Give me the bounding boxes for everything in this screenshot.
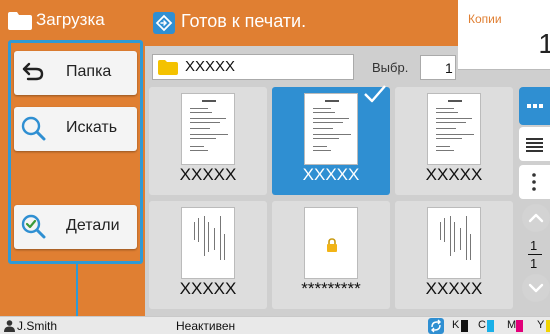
folder-icon xyxy=(158,60,178,75)
lock-icon xyxy=(327,238,337,252)
sync-icon xyxy=(428,318,444,334)
scroll-up-button[interactable] xyxy=(522,204,550,232)
copies-label: Копии xyxy=(468,12,502,26)
user-icon xyxy=(4,320,15,332)
document-thumbnail[interactable]: XXXXX xyxy=(149,201,267,309)
folder-icon xyxy=(8,12,32,30)
page-preview xyxy=(304,207,358,279)
page-preview xyxy=(304,93,358,165)
document-thumbnail[interactable]: XXXXX xyxy=(149,87,267,195)
more-menu-button[interactable] xyxy=(519,165,550,199)
document-thumbnail-locked[interactable]: ********* xyxy=(272,201,390,309)
document-thumbnail[interactable]: XXXXX xyxy=(395,87,513,195)
list-view-button[interactable] xyxy=(519,127,550,161)
page-preview xyxy=(427,207,481,279)
folder-name: XXXXX xyxy=(185,58,236,75)
copies-value: 1 xyxy=(538,28,550,59)
page-preview xyxy=(181,207,235,279)
callout-line xyxy=(76,264,78,322)
print-ready-icon xyxy=(153,12,175,34)
document-name: XXXXX xyxy=(425,279,483,298)
more-vertical-icon xyxy=(532,173,536,191)
ink-c-level xyxy=(487,320,494,332)
page-preview xyxy=(181,93,235,165)
folder-path-bar: XXXXX xyxy=(152,54,354,80)
status-text: Готов к печати. xyxy=(181,11,307,31)
checkmark-icon xyxy=(364,85,386,103)
chevron-up-icon xyxy=(528,213,544,223)
copies-box[interactable]: Копии 1 xyxy=(458,0,550,70)
document-name: XXXXX xyxy=(179,279,237,298)
ink-k-label: K xyxy=(452,319,460,331)
machine-state: Неактивен xyxy=(176,319,236,333)
list-view-icon xyxy=(526,138,543,152)
user-name: J.Smith xyxy=(17,319,58,333)
chevron-down-icon xyxy=(528,283,544,293)
ink-m-label: M xyxy=(507,319,517,331)
screen: Загрузка Папка Искать Детали Готов к печ… xyxy=(0,0,550,334)
document-thumbnail[interactable]: XXXXX xyxy=(395,201,513,309)
page-total: 1 xyxy=(530,256,538,271)
selected-count-value: 1 xyxy=(445,60,453,76)
ink-c-label: C xyxy=(478,319,486,331)
selected-count: 1 xyxy=(420,55,456,80)
page-divider xyxy=(528,254,542,255)
grid-view-button[interactable] xyxy=(519,87,550,125)
grid-view-icon xyxy=(527,104,543,108)
scroll-down-button[interactable] xyxy=(522,274,550,302)
document-thumbnail-selected[interactable]: XXXXX xyxy=(272,85,390,195)
page-preview xyxy=(427,93,481,165)
callout-bracket xyxy=(8,40,143,264)
page-current: 1 xyxy=(530,238,538,253)
ink-y-label: Y xyxy=(537,319,545,331)
ink-m-level xyxy=(516,320,523,332)
document-name: ********* xyxy=(301,279,361,298)
left-panel: Загрузка Папка Искать Детали xyxy=(0,0,145,316)
panel-title: Загрузка xyxy=(36,10,105,29)
document-name: XXXXX xyxy=(425,165,483,184)
status-bar: J.Smith Неактивен K C M Y xyxy=(0,316,550,334)
document-name: XXXXX xyxy=(179,165,237,184)
document-name: XXXXX xyxy=(302,165,360,184)
selected-label: Выбр. xyxy=(372,60,409,75)
ink-k-level xyxy=(461,320,468,332)
ink-y-level xyxy=(546,320,550,332)
